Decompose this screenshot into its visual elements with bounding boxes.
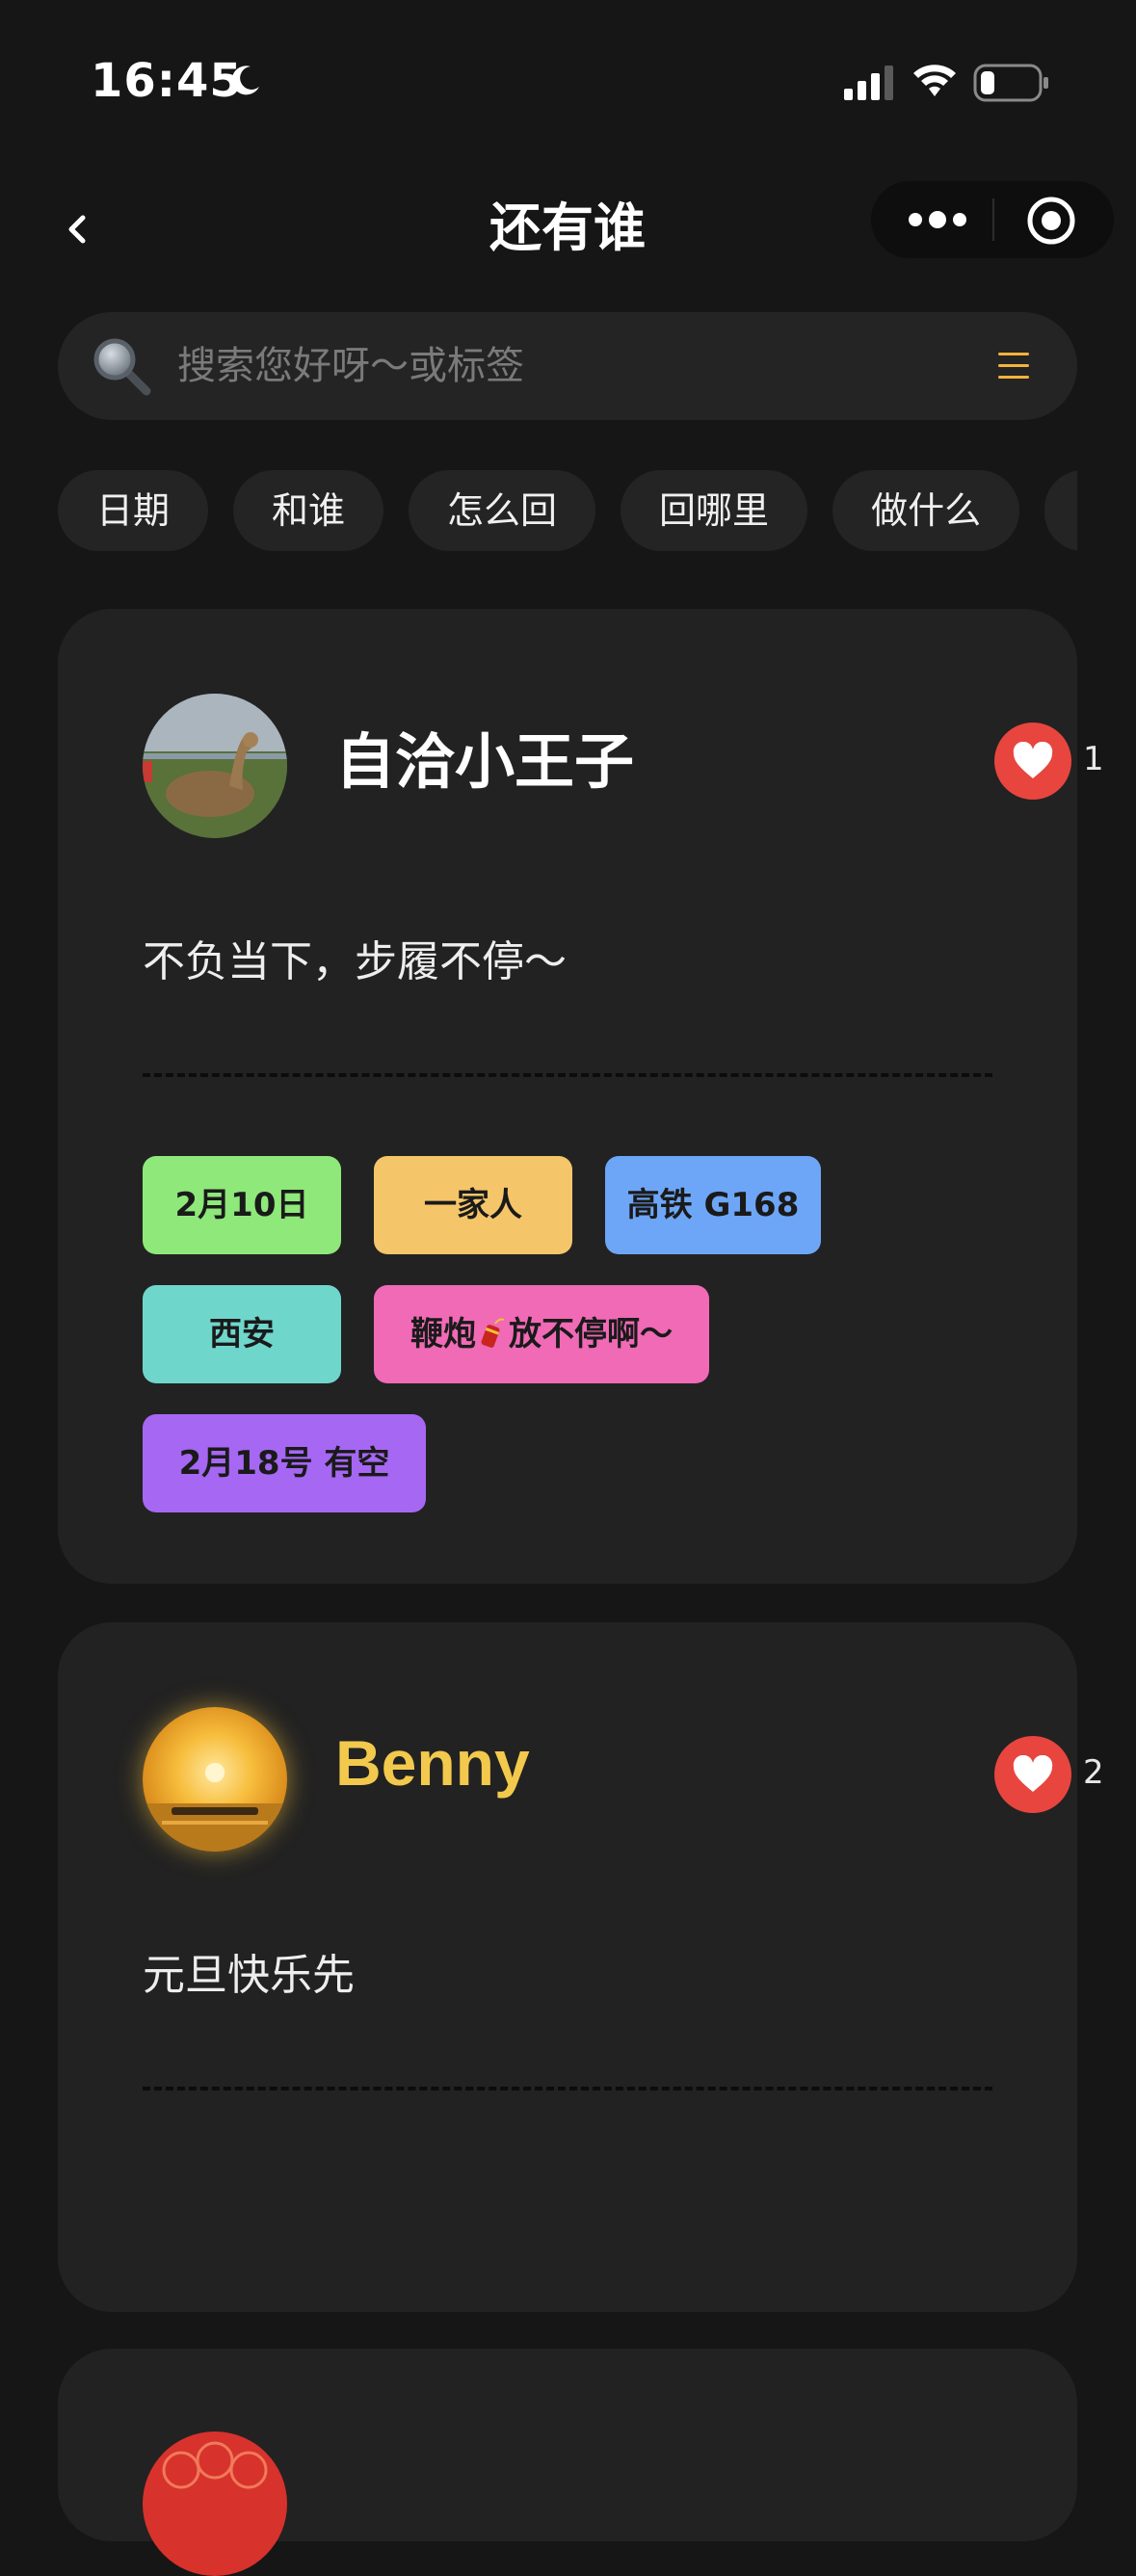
category-chips: 日期 和谁 怎么回 回哪里 做什么: [58, 470, 1077, 551]
search-icon: [93, 338, 151, 396]
back-chevron-icon[interactable]: [54, 202, 100, 256]
tag-destination[interactable]: 西安: [143, 1285, 341, 1383]
battery-icon: [973, 64, 1048, 102]
chip-where[interactable]: 回哪里: [621, 470, 808, 551]
post-card[interactable]: [58, 2349, 1077, 2576]
search-bar: [58, 312, 1077, 420]
chip-with-whom[interactable]: 和谁: [233, 470, 384, 551]
avatar[interactable]: [143, 2431, 287, 2576]
avatar[interactable]: [143, 1707, 287, 1852]
more-dots-icon[interactable]: [902, 200, 973, 239]
like-count: 1: [1083, 740, 1104, 778]
dashed-divider: [143, 1073, 992, 1077]
chip-more[interactable]: [1044, 470, 1077, 551]
user-name[interactable]: 自洽小王子: [335, 713, 634, 800]
chip-what[interactable]: 做什么: [832, 470, 1020, 551]
avatar[interactable]: [143, 694, 287, 838]
avatar-sunset-photo: [143, 1763, 287, 1852]
tag-companion[interactable]: 一家人: [374, 1156, 572, 1254]
status-time: 16:45: [91, 54, 243, 108]
tag-available[interactable]: 2月18号 有空: [143, 1414, 426, 1512]
capsule-divider: [992, 198, 994, 241]
post-text: 元旦快乐先: [143, 1951, 355, 2000]
like-count: 2: [1083, 1753, 1104, 1792]
moon-icon: [231, 66, 259, 95]
user-name[interactable]: Benny: [335, 1726, 530, 1800]
like-circle: [994, 723, 1071, 800]
tag-activity[interactable]: 鞭炮 放不停啊～: [374, 1285, 709, 1383]
tag-date[interactable]: 2月10日: [143, 1156, 341, 1254]
tag-activity-text-before: 鞭炮: [410, 1315, 476, 1354]
avatar-camel-photo: [143, 694, 287, 838]
signal-icon: [844, 66, 893, 100]
like-circle: [994, 1736, 1071, 1813]
post-card[interactable]: 自洽小王子 1 不负当下，步履不停～ 2月10日 一家人 高铁 G168 西安 …: [58, 609, 1104, 1584]
close-target-icon[interactable]: [1025, 195, 1077, 247]
menu-filter-icon[interactable]: [994, 347, 1033, 385]
chip-date[interactable]: 日期: [58, 470, 209, 551]
dashed-divider: [143, 2087, 992, 2090]
post-card[interactable]: Benny 2 元旦快乐先: [58, 1622, 1104, 2312]
status-bar: 16:45: [0, 0, 1136, 164]
tag-activity-text-after: 放不停啊～: [509, 1315, 673, 1354]
avatar-red-pattern: [162, 2441, 268, 2489]
search-input[interactable]: [175, 333, 989, 399]
page-title: 还有谁: [489, 197, 646, 258]
wifi-icon: [913, 65, 956, 96]
chip-how[interactable]: 怎么回: [409, 470, 596, 551]
post-text: 不负当下，步履不停～: [143, 937, 567, 986]
mini-program-capsule: [871, 181, 1114, 258]
heart-icon: [1013, 742, 1053, 778]
firecracker-icon: [481, 1318, 505, 1348]
heart-icon: [1013, 1755, 1053, 1792]
tag-transport[interactable]: 高铁 G168: [605, 1156, 821, 1254]
